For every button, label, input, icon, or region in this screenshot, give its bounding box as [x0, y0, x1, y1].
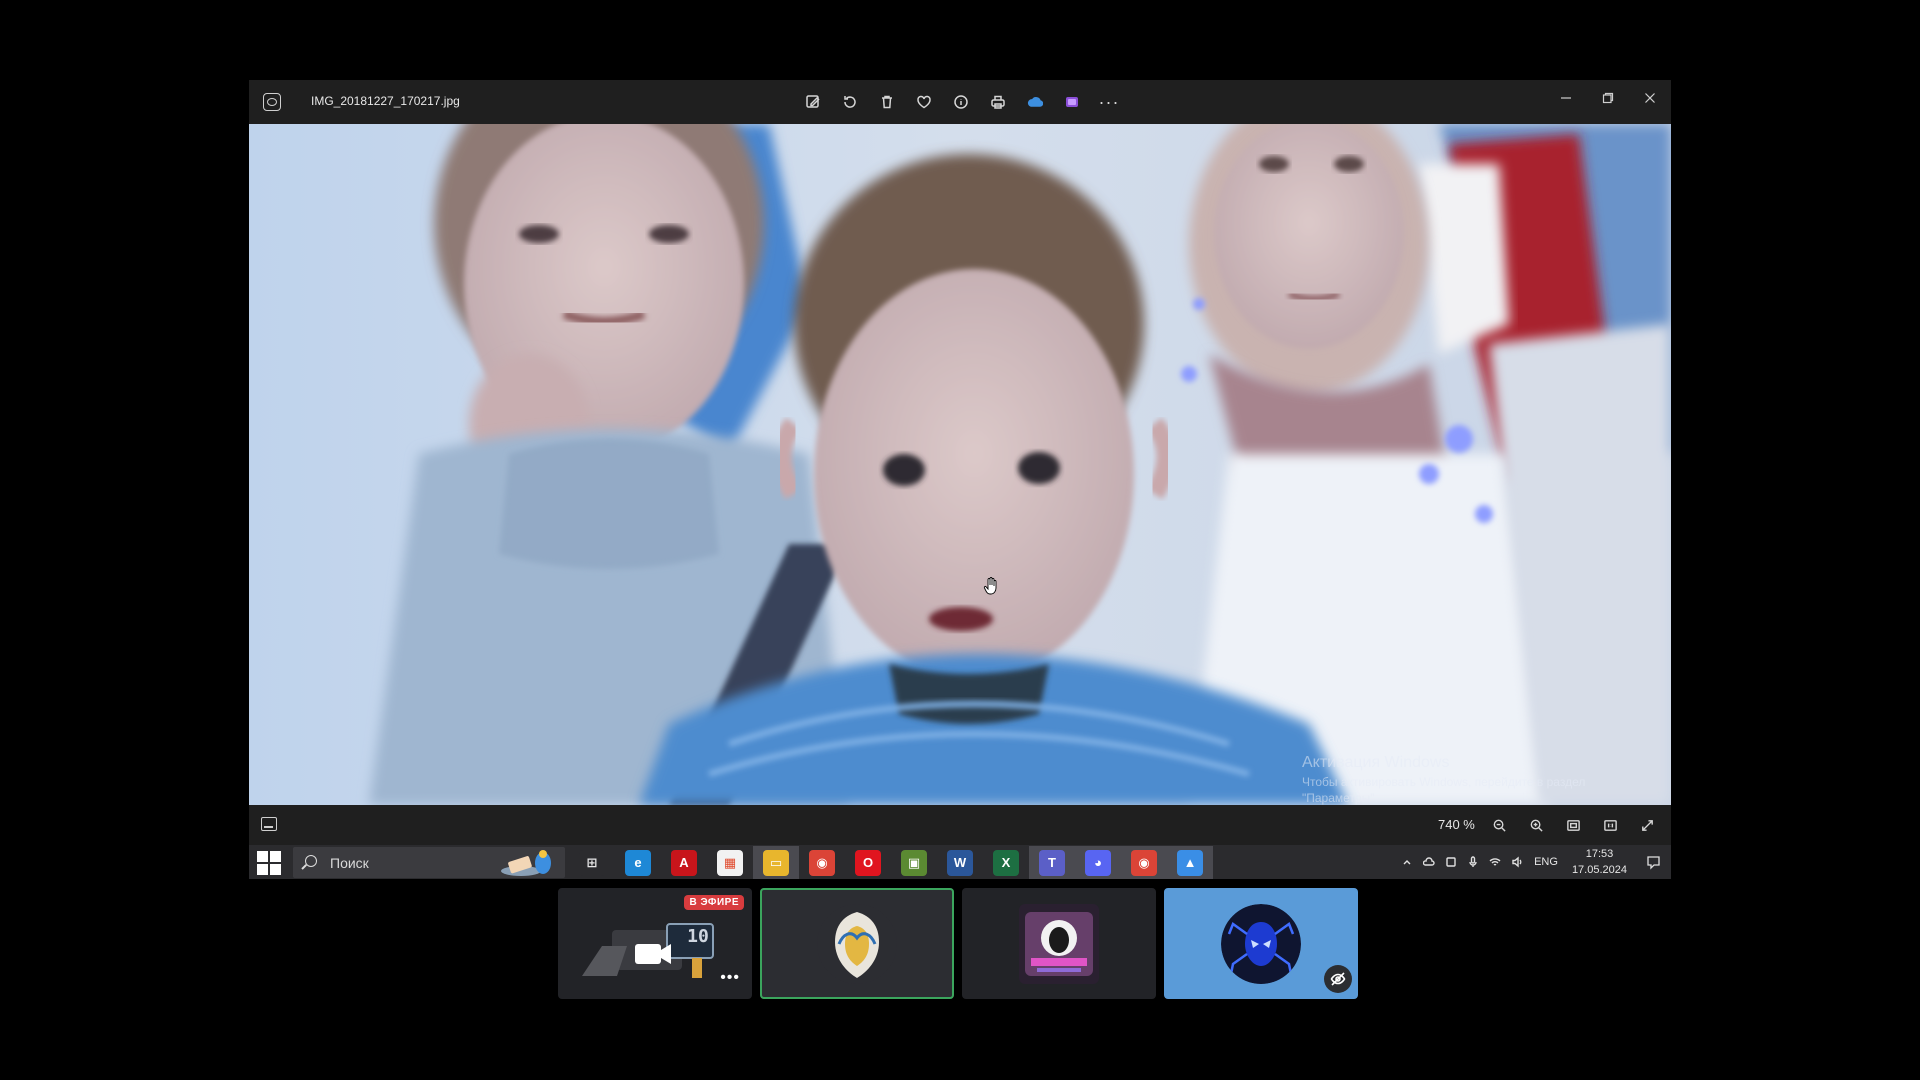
photos-window: IMG_20181227_170217.jpg ··· Активация Wi… [249, 80, 1671, 879]
acrobat-icon[interactable]: A [661, 846, 707, 879]
edge-icon[interactable]: e [615, 846, 661, 879]
chrome-profile-icon-glyph: ◉ [1131, 849, 1157, 876]
device-tray-icon[interactable] [1440, 845, 1462, 879]
edit-image-icon[interactable] [799, 88, 827, 116]
close-icon[interactable] [1629, 80, 1671, 116]
avatar [817, 903, 897, 984]
excel-icon-glyph: X [993, 849, 1019, 876]
print-icon[interactable] [984, 88, 1012, 116]
file-explorer-icon[interactable]: ▭ [753, 846, 799, 879]
photo-image [249, 124, 1671, 805]
taskbar-pinned-apps: ⊞ e A ▦ ▭ ◉ O ▣ W X T ◕ ◉ ▲ [569, 846, 1213, 879]
watermark-line-2: "Параметры". [1302, 790, 1378, 805]
zoom-level: 740 % [1438, 817, 1475, 832]
windows-activation-watermark: Активация Windows Чтобы активировать Win… [1302, 752, 1585, 805]
search-placeholder: Поиск [330, 855, 369, 871]
fullscreen-icon[interactable] [1632, 811, 1663, 839]
filmstrip-icon[interactable] [261, 817, 277, 831]
participant-tile-hacker-avatar[interactable] [962, 888, 1156, 999]
microphone-icon[interactable] [1462, 845, 1484, 879]
watermark-line-1: Чтобы активировать Windows, перейдите в … [1302, 774, 1586, 789]
clipchamp-icon[interactable] [1058, 88, 1086, 116]
zoom-in-icon[interactable] [1521, 811, 1552, 839]
volume-icon[interactable] [1506, 845, 1528, 879]
edge-icon-glyph: e [625, 849, 651, 876]
clock-date: 17.05.2024 [1571, 864, 1627, 876]
taskbar-clock[interactable]: 17:53 17.05.2024 [1564, 846, 1635, 878]
system-tray: ENG 17:53 17.05.2024 [1396, 845, 1671, 879]
delete-icon[interactable] [873, 88, 901, 116]
watermark-title: Активация Windows [1302, 754, 1450, 771]
chrome-profile-icon[interactable]: ◉ [1121, 846, 1167, 879]
hand-cursor-icon [983, 577, 997, 595]
onedrive-tray-icon[interactable] [1418, 845, 1440, 879]
acrobat-icon-glyph: A [671, 849, 697, 876]
taskbar-search-box[interactable]: Поиск [293, 847, 565, 878]
more-options-icon[interactable]: ··· [1095, 88, 1123, 116]
ms-store-icon[interactable]: ▦ [707, 846, 753, 879]
minimize-icon[interactable] [1545, 80, 1587, 116]
favorite-heart-icon[interactable] [910, 88, 938, 116]
ms-store-icon-glyph: ▦ [717, 849, 743, 876]
stream-number: 10 [687, 926, 709, 947]
info-icon[interactable] [947, 88, 975, 116]
avatar [1221, 903, 1301, 984]
more-options-icon[interactable]: ••• [720, 969, 740, 987]
input-language[interactable]: ENG [1528, 856, 1564, 868]
participant-tile-spider-avatar[interactable] [1164, 888, 1358, 999]
call-participants: В ЭФИРЕ 10 ••• [558, 888, 1358, 999]
onedrive-icon[interactable] [1021, 88, 1049, 116]
fit-to-window-icon[interactable] [1558, 811, 1589, 839]
word-icon[interactable]: W [937, 846, 983, 879]
participant-tile-shield-avatar[interactable] [760, 888, 954, 999]
file-explorer-icon-glyph: ▭ [763, 849, 789, 876]
photos-bottom-bar: 740 % [249, 805, 1671, 845]
windows-taskbar: Поиск ⊞ e A ▦ ▭ ◉ O ▣ W X T ◕ ◉ ▲ ENG 17:53 17.05.202… [249, 845, 1671, 879]
discord-icon-glyph: ◕ [1085, 849, 1111, 876]
zoom-tools [1484, 811, 1663, 839]
stream-hidden-eye-off-icon[interactable] [1324, 965, 1352, 993]
zoom-out-icon[interactable] [1484, 811, 1515, 839]
discord-icon[interactable]: ◕ [1075, 846, 1121, 879]
clock-time: 17:53 [1585, 848, 1614, 860]
avatar [1019, 903, 1099, 984]
participant-tile-streaming[interactable]: В ЭФИРЕ 10 ••• [558, 888, 752, 999]
photos-titlebar[interactable]: IMG_20181227_170217.jpg ··· [249, 80, 1671, 124]
excel-icon[interactable]: X [983, 846, 1029, 879]
window-controls [1545, 80, 1671, 124]
opera-icon[interactable]: O [845, 846, 891, 879]
image-toolbar: ··· [799, 88, 1123, 116]
word-icon-glyph: W [947, 849, 973, 876]
chrome-icon-glyph: ◉ [809, 849, 835, 876]
teams-icon-glyph: T [1039, 849, 1065, 876]
photos-app-icon [263, 93, 281, 111]
search-icon [305, 855, 317, 867]
search-highlight-illustration [501, 850, 551, 876]
actual-size-icon[interactable] [1595, 811, 1626, 839]
notification-center-icon[interactable] [1635, 845, 1671, 879]
photos-icon-glyph: ▲ [1177, 849, 1203, 876]
task-view-icon-glyph: ⊞ [579, 849, 605, 876]
opera-icon-glyph: O [855, 849, 881, 876]
photo-viewer[interactable]: Активация Windows Чтобы активировать Win… [249, 124, 1671, 805]
photos-icon[interactable]: ▲ [1167, 846, 1213, 879]
windows-start-icon[interactable] [257, 851, 281, 875]
rotate-icon[interactable] [836, 88, 864, 116]
minecraft-icon-glyph: ▣ [901, 849, 927, 876]
chrome-icon[interactable]: ◉ [799, 846, 845, 879]
file-name: IMG_20181227_170217.jpg [311, 94, 460, 108]
tray-overflow-chevron-icon[interactable] [1396, 845, 1418, 879]
wifi-icon[interactable] [1484, 845, 1506, 879]
minecraft-icon[interactable]: ▣ [891, 846, 937, 879]
restore-icon[interactable] [1587, 80, 1629, 116]
task-view-icon[interactable]: ⊞ [569, 846, 615, 879]
teams-icon[interactable]: T [1029, 846, 1075, 879]
